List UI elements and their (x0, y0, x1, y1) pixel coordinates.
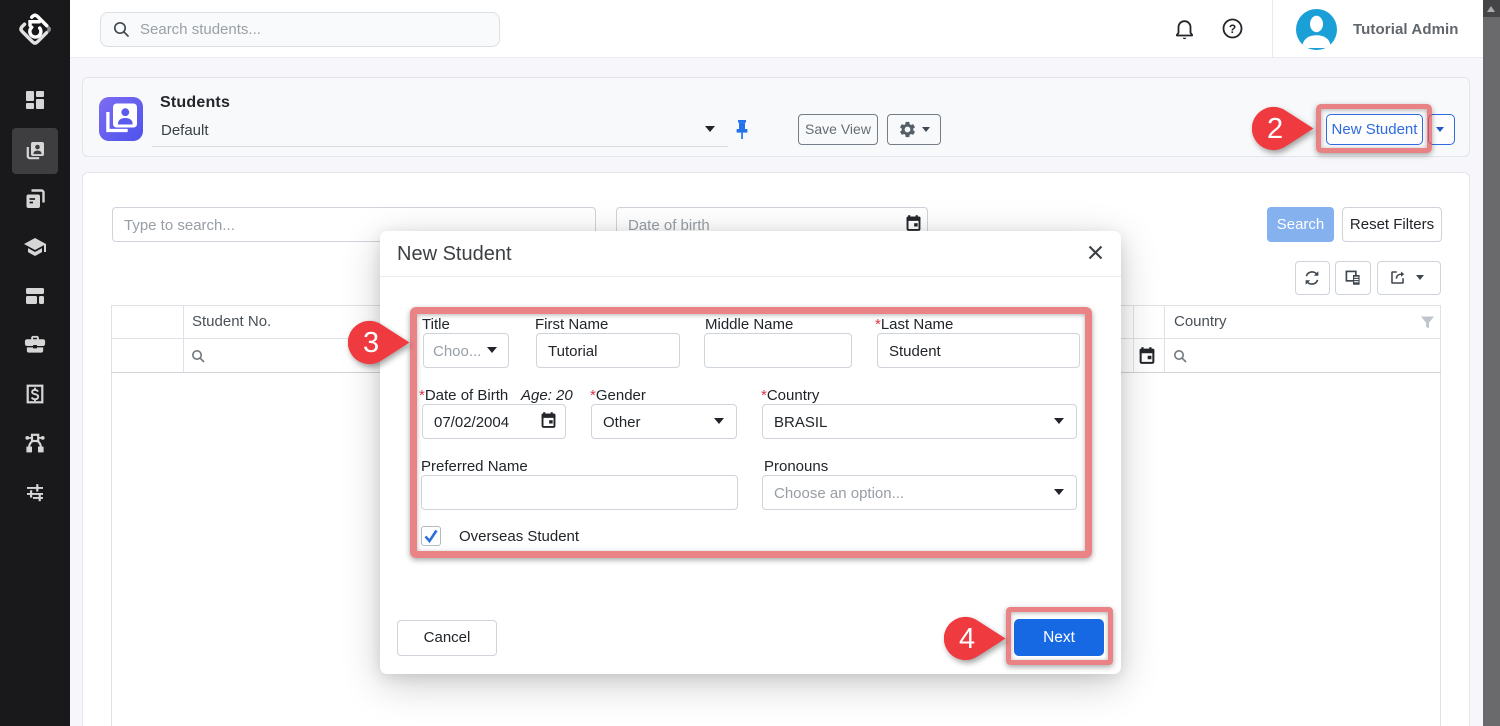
svg-text:?: ? (1229, 22, 1236, 36)
